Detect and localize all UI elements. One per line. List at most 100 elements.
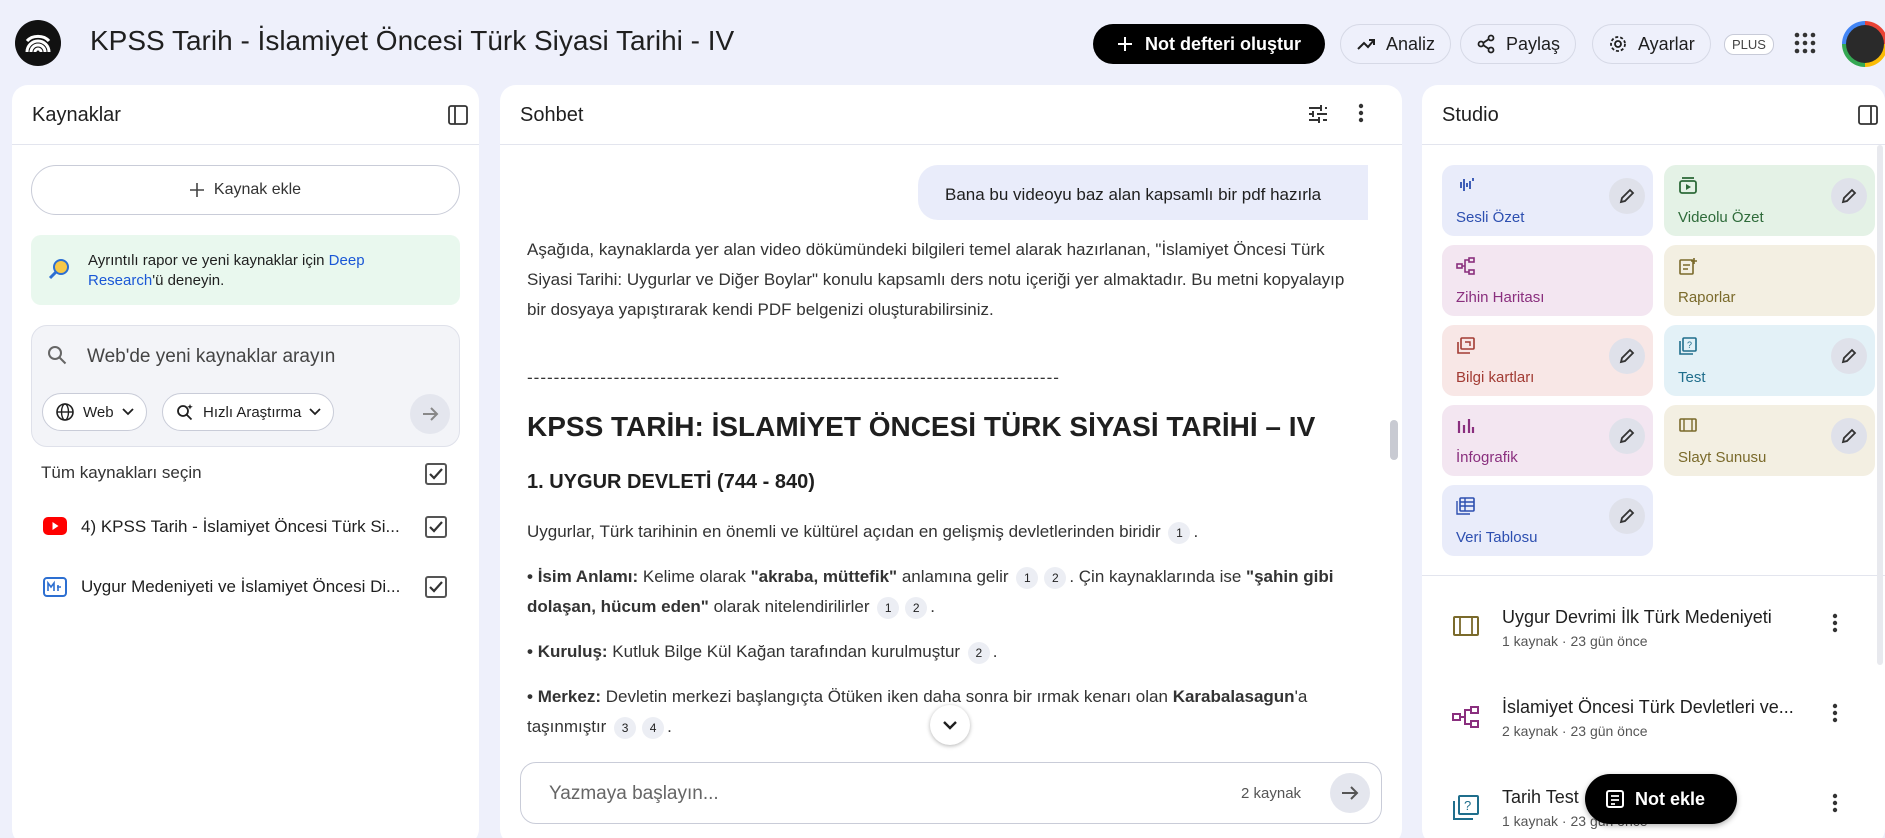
web-filter-dropdown[interactable]: Web: [42, 393, 147, 431]
web-filter-label: Web: [83, 403, 114, 421]
saved-note-item[interactable]: Uygur Devrimi İlk Türk Medeniyeti 1 kayn…: [1422, 595, 1885, 675]
more-vert-icon[interactable]: [1832, 613, 1838, 633]
top-bar: KPSS Tarih - İslamiyet Öncesi Türk Siyas…: [0, 0, 1885, 86]
source-item[interactable]: 4) KPSS Tarih - İslamiyet Öncesi Türk Si…: [12, 503, 479, 551]
bullet-bold: Karabalasagun: [1172, 687, 1295, 706]
citation-chip[interactable]: 2: [1044, 566, 1067, 589]
youtube-icon: [43, 517, 67, 535]
bullet-text: Devletin merkezi başlangıçta Ötüken iken…: [601, 687, 1173, 706]
audio-wave-icon: [1456, 177, 1476, 193]
more-vert-icon[interactable]: [1358, 102, 1364, 124]
settings-button[interactable]: Ayarlar: [1592, 24, 1711, 64]
analytics-button[interactable]: Analiz: [1340, 24, 1452, 64]
plus-icon: [1117, 36, 1133, 52]
add-note-button[interactable]: Not ekle: [1585, 774, 1737, 824]
edit-icon[interactable]: [1609, 498, 1645, 534]
slides-icon: [1678, 417, 1698, 433]
avatar-image: [1846, 25, 1884, 63]
note-title: Uygur Devrimi İlk Türk Medeniyeti: [1502, 607, 1772, 627]
source-checkbox[interactable]: [425, 576, 447, 598]
flashcards-icon: [1456, 337, 1476, 355]
saved-note-item[interactable]: İslamiyet Öncesi Türk Devletleri ve... 2…: [1422, 685, 1885, 765]
studio-card-flashcards[interactable]: Bilgi kartları: [1442, 325, 1653, 396]
search-submit-button[interactable]: [410, 394, 450, 434]
video-icon: [1678, 177, 1698, 195]
tune-icon[interactable]: [1306, 102, 1330, 126]
edit-icon[interactable]: [1609, 178, 1645, 214]
scroll-down-button[interactable]: [930, 705, 970, 745]
studio-card-video-overview[interactable]: Videolu Özet: [1664, 165, 1875, 236]
source-label: 4) KPSS Tarih - İslamiyet Öncesi Türk Si…: [81, 517, 400, 536]
studio-card-data-table[interactable]: Veri Tablosu: [1442, 485, 1653, 556]
report-icon: [1678, 257, 1698, 275]
studio-card-test[interactable]: ? Test: [1664, 325, 1875, 396]
arrow-right-icon: [1340, 783, 1360, 803]
chat-input[interactable]: Yazmaya başlayın...: [549, 783, 719, 805]
settings-label: Ayarlar: [1638, 33, 1695, 54]
collapse-panel-icon[interactable]: [447, 104, 469, 126]
citation-chip[interactable]: 3: [614, 716, 637, 739]
source-count: 2 kaynak: [1241, 785, 1302, 802]
studio-card-audio-overview[interactable]: Sesli Özet: [1442, 165, 1653, 236]
share-button[interactable]: Paylaş: [1460, 24, 1577, 64]
studio-card-mind-map[interactable]: Zihin Haritası: [1442, 245, 1653, 316]
citation-chip[interactable]: 1: [1016, 566, 1039, 589]
logo-icon: [25, 34, 51, 53]
citation-chip[interactable]: 4: [642, 716, 665, 739]
citation-chip[interactable]: 2: [967, 641, 990, 664]
studio-scrollbar[interactable]: [1877, 145, 1883, 665]
studio-title: Studio: [1442, 104, 1499, 126]
card-label: Veri Tablosu: [1456, 529, 1538, 546]
bullet-marker: •: [527, 567, 533, 586]
assistant-response: Aşağıda, kaynaklarda yer alan video dökü…: [527, 235, 1357, 757]
web-search-input[interactable]: Web'de yeni kaynaklar arayın: [87, 346, 335, 368]
source-item[interactable]: Uygur Medeniyeti ve İslamiyet Öncesi Di.…: [12, 563, 479, 611]
response-heading: KPSS TARİH: İSLAMİYET ÖNCESİ TÜRK SİYASİ…: [527, 411, 1316, 442]
chevron-down-icon: [943, 720, 957, 730]
bullet-text: olarak nitelendirilirler: [708, 597, 870, 616]
avatar[interactable]: [1842, 21, 1885, 67]
section-heading: 1. UYGUR DEVLETİ (744 - 840): [527, 471, 815, 493]
edit-icon[interactable]: [1609, 338, 1645, 374]
edit-icon[interactable]: [1831, 178, 1867, 214]
deep-research-text: Ayrıntılı rapor ve yeni kaynaklar için D…: [88, 251, 438, 291]
card-label: Raporlar: [1678, 289, 1736, 306]
source-checkbox[interactable]: [425, 516, 447, 538]
deep-research-banner: Ayrıntılı rapor ve yeni kaynaklar için D…: [31, 235, 460, 305]
notebooklm-logo[interactable]: [15, 20, 61, 66]
citation-chip[interactable]: 1: [1168, 521, 1191, 544]
edit-icon[interactable]: [1609, 418, 1645, 454]
studio-card-reports[interactable]: Raporlar: [1664, 245, 1875, 316]
edit-icon[interactable]: [1831, 338, 1867, 374]
gear-icon: [1608, 34, 1628, 54]
studio-card-infographic[interactable]: İnfografik: [1442, 405, 1653, 476]
studio-card-slides[interactable]: Slayt Sunusu: [1664, 405, 1875, 476]
bullet-text: anlamına gelir: [897, 567, 1014, 586]
citation-chip[interactable]: 2: [905, 596, 928, 619]
select-all-checkbox[interactable]: [425, 463, 447, 485]
paragraph: Uygurlar, Türk tarihinin en önemli ve kü…: [527, 517, 1357, 547]
research-mode-dropdown[interactable]: Hızlı Araştırma: [162, 393, 335, 431]
create-notebook-button[interactable]: Not defteri oluştur: [1093, 24, 1325, 64]
create-notebook-label: Not defteri oluştur: [1145, 33, 1301, 54]
sources-title: Kaynaklar: [32, 104, 121, 126]
checkmark-icon: [429, 521, 443, 533]
chat-scrollbar[interactable]: [1390, 420, 1398, 460]
quiz-icon: ?: [1678, 337, 1698, 355]
collapse-panel-icon[interactable]: [1857, 104, 1879, 126]
apps-grid-icon[interactable]: [1794, 32, 1816, 54]
citation-chip[interactable]: 1: [877, 596, 900, 619]
bullet-marker: •: [527, 687, 533, 706]
search-sparkle-icon: [175, 402, 195, 422]
user-message: Bana bu videoyu baz alan kapsamlı bir pd…: [918, 165, 1368, 220]
send-button[interactable]: [1330, 773, 1370, 813]
more-vert-icon[interactable]: [1832, 703, 1838, 723]
notebook-title[interactable]: KPSS Tarih - İslamiyet Öncesi Türk Siyas…: [90, 25, 734, 57]
bullet-text: Kelime olarak: [638, 567, 751, 586]
research-mode-label: Hızlı Araştırma: [203, 403, 302, 421]
more-vert-icon[interactable]: [1832, 793, 1838, 813]
response-intro: Aşağıda, kaynaklarda yer alan video dökü…: [527, 240, 1345, 319]
edit-icon[interactable]: [1831, 418, 1867, 454]
add-source-button[interactable]: Kaynak ekle: [31, 165, 460, 215]
chevron-down-icon: [309, 408, 321, 416]
